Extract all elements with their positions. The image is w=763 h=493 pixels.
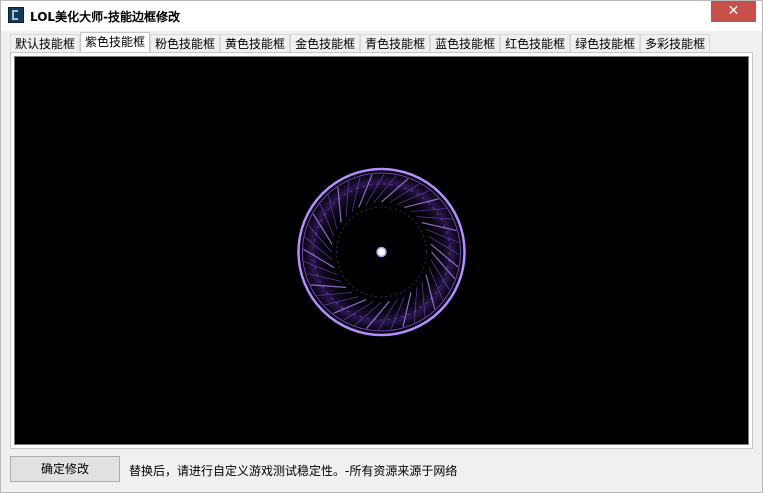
center-dot <box>376 246 387 258</box>
tab-pink-frame[interactable]: 粉色技能框 <box>150 34 221 53</box>
status-message: 替换后，请进行自定义游戏测试稳定性。-所有资源来源于网络 <box>129 464 458 478</box>
tab-green-frame[interactable]: 绿色技能框 <box>570 34 641 53</box>
frame-color-tabs: 默认技能框 紫色技能框 粉色技能框 黄色技能框 金色技能框 青色技能框 蓝色技能… <box>10 32 711 53</box>
close-button[interactable]: ✕ <box>711 1 756 22</box>
tab-cyan-frame[interactable]: 青色技能框 <box>360 34 431 53</box>
tab-purple-frame[interactable]: 紫色技能框 <box>80 32 151 53</box>
tab-default-frame[interactable]: 默认技能框 <box>10 34 81 53</box>
tab-yellow-frame[interactable]: 黄色技能框 <box>220 34 291 53</box>
window-title: LOL美化大师-技能边框修改 <box>30 10 181 24</box>
tab-multicolor-frame[interactable]: 多彩技能框 <box>640 34 711 53</box>
title-bar[interactable]: LOL美化大师-技能边框修改 ✕ <box>1 1 762 31</box>
skill-frame-preview <box>14 56 749 445</box>
tab-blue-frame[interactable]: 蓝色技能框 <box>430 34 501 53</box>
magic-circle-graphic <box>295 166 468 338</box>
tab-red-frame[interactable]: 红色技能框 <box>500 34 571 53</box>
tab-panel <box>10 52 753 449</box>
confirm-change-button[interactable]: 确定修改 <box>10 456 120 482</box>
main-window: LOL美化大师-技能边框修改 ✕ 默认技能框 紫色技能框 粉色技能框 黄色技能框… <box>0 0 763 493</box>
app-logo-icon <box>8 7 24 23</box>
tab-gold-frame[interactable]: 金色技能框 <box>290 34 361 53</box>
